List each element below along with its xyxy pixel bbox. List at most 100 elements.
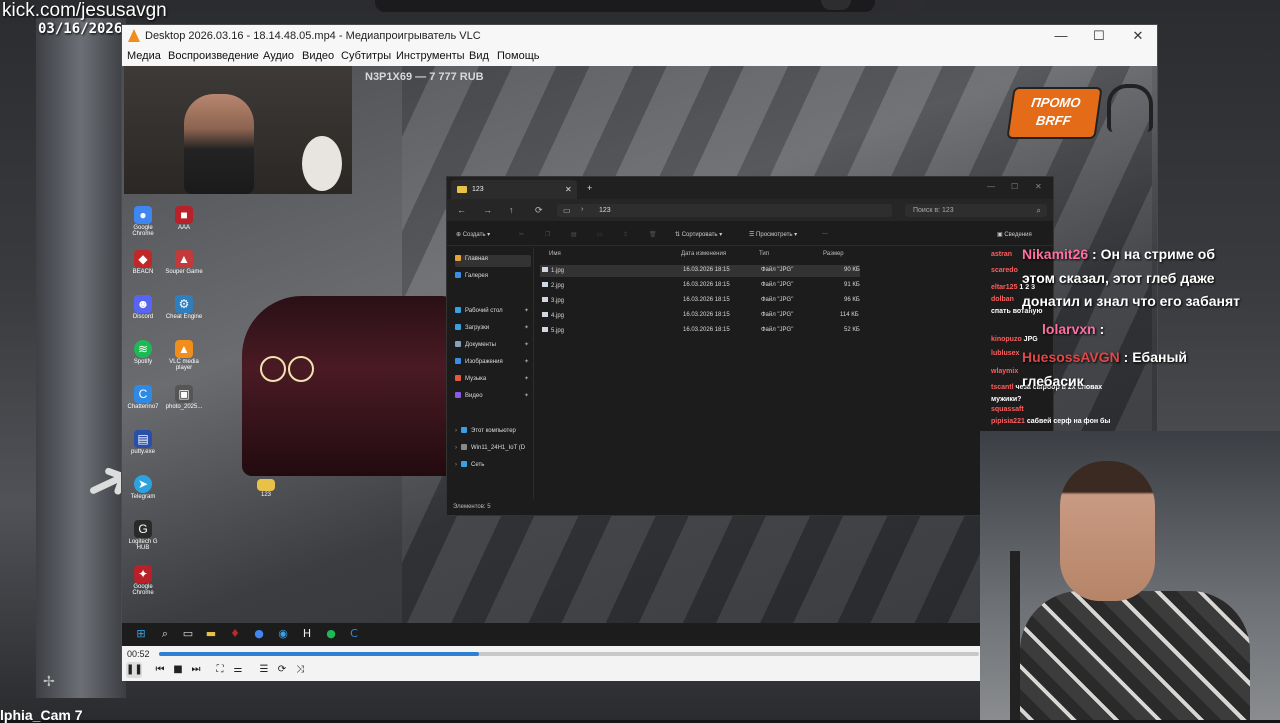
close-tab-icon[interactable]: ✕ <box>565 185 572 194</box>
seek-bar-fill <box>159 652 479 656</box>
app-icon[interactable]: ◉ <box>276 627 290 641</box>
file-row[interactable]: 5.jpg 16.03.2026 18:15 Файл "JPG" 52 КБ <box>540 325 860 337</box>
delete-icon[interactable]: 🗑 <box>649 231 657 238</box>
share-icon[interactable]: ⇪ <box>623 231 628 238</box>
desktop-icon-telegram[interactable]: ➤ Telegram <box>122 475 164 500</box>
maximize-icon[interactable]: ☐ <box>1091 28 1107 44</box>
minimize-icon[interactable]: — <box>987 182 995 191</box>
beacn-icon[interactable]: ♦ <box>228 627 242 641</box>
menu-tools[interactable]: Инструменты <box>396 50 465 62</box>
refresh-icon[interactable]: ⟳ <box>535 205 543 216</box>
close-icon[interactable]: ✕ <box>1035 182 1042 191</box>
sidebar-item-drive[interactable]: › Win11_24H1_IoT (D <box>455 444 531 456</box>
copy-icon[interactable]: ❐ <box>545 231 550 238</box>
sidebar-item-this-pc[interactable]: › Этот компьютер <box>455 427 531 439</box>
sidebar-item-pictures[interactable]: Изображения ✦ <box>455 358 531 370</box>
desktop-icon-logitech[interactable]: G Logitech G HUB <box>122 520 164 551</box>
back-icon[interactable]: ← <box>457 205 466 215</box>
column-date[interactable]: Дата изменения <box>681 251 726 257</box>
chat-message: спать вотаную <box>991 308 1042 315</box>
column-name[interactable]: Имя <box>549 251 561 257</box>
file-name: 1.jpg <box>542 267 564 274</box>
file-row[interactable]: 1.jpg 16.03.2026 18:15 Файл "JPG" 90 КБ <box>540 265 860 277</box>
paste-icon[interactable]: ▤ <box>571 231 577 238</box>
chat-nick: pipisia221 <box>991 418 1025 425</box>
column-size[interactable]: Размер <box>823 251 844 257</box>
search-icon[interactable] <box>821 0 851 10</box>
menu-video[interactable]: Видео <box>302 50 334 62</box>
pause-button[interactable]: ❚❚ <box>126 662 143 678</box>
chatterino-icon[interactable]: C <box>347 627 361 641</box>
desktop-icon-souper-game[interactable]: ▲ Souper Game <box>163 250 205 275</box>
sidebar-item-gallery[interactable]: Галерея <box>455 272 531 284</box>
search-input[interactable]: Поиск в: 123 ⌕ <box>905 204 1047 217</box>
search-icon[interactable]: ⌕ <box>158 627 172 641</box>
desktop-icon-app[interactable]: ✦ Google Chrome <box>122 565 164 596</box>
create-button[interactable]: ⊕ Создать ▾ <box>456 231 490 238</box>
menu-playback[interactable]: Воспроизведение <box>168 50 259 62</box>
explorer-tab[interactable]: 123 ✕ <box>451 180 577 199</box>
sidebar-item-downloads[interactable]: Загрузки ✦ <box>455 324 531 336</box>
sort-button[interactable]: ⇅ Сортировать ▾ <box>675 231 722 238</box>
desktop-icon-vlc[interactable]: ▲ VLC media player <box>163 340 205 371</box>
rename-icon[interactable]: ▭ <box>597 231 603 238</box>
sidebar-item-documents[interactable]: Документы ✦ <box>455 341 531 353</box>
file-row[interactable]: 3.jpg 16.03.2026 18:15 Файл "JPG" 96 КБ <box>540 295 860 307</box>
minimize-icon[interactable]: — <box>1053 28 1069 44</box>
vlc-titlebar[interactable]: Desktop 2026.03.16 - 18.14.48.05.mp4 - М… <box>122 25 1157 47</box>
file-name: 2.jpg <box>542 282 564 289</box>
file-date: 16.03.2026 18:15 <box>683 267 730 273</box>
sidebar-item-home[interactable]: Главная <box>455 255 531 267</box>
seek-bar[interactable] <box>159 652 979 656</box>
sidebar-item-desktop[interactable]: Рабочий стол ✦ <box>455 307 531 319</box>
new-tab-icon[interactable]: + <box>587 183 592 193</box>
elapsed-time: 00:52 <box>127 649 150 659</box>
menu-audio[interactable]: Аудио <box>263 50 294 62</box>
next-icon[interactable]: ⏭ <box>188 662 204 678</box>
fullscreen-icon[interactable]: ⛶ <box>212 662 228 678</box>
desktop-icon-chrome[interactable]: ● Google Chrome <box>122 206 164 237</box>
desktop-icon-discord[interactable]: ☻ Discord <box>122 295 164 320</box>
desktop-icon-folder-123[interactable]: 123 <box>245 475 287 498</box>
sidebar-item-music[interactable]: Музыка ✦ <box>455 375 531 387</box>
task-view-icon[interactable]: ▭ <box>181 627 195 641</box>
maximize-icon[interactable]: ☐ <box>1011 182 1018 191</box>
more-options-button[interactable]: ··· <box>822 231 828 237</box>
desktop-icon-chatterino[interactable]: C Chatterino7 <box>122 385 164 410</box>
sidebar-item-network[interactable]: › Сеть <box>455 461 531 473</box>
previous-icon[interactable]: ⏮ <box>152 662 168 678</box>
chrome-icon[interactable]: ● <box>252 627 266 641</box>
desktop-icon-putty[interactable]: ▤ putty.exe <box>122 430 164 455</box>
file-row[interactable]: 4.jpg 16.03.2026 18:15 Файл "JPG" 114 КБ <box>540 310 860 322</box>
close-icon[interactable]: ✕ <box>1130 28 1146 44</box>
playlist-icon[interactable]: ☰ <box>256 662 272 678</box>
spotify-icon[interactable]: ● <box>324 627 338 641</box>
up-icon[interactable]: ↑ <box>509 205 514 215</box>
windows-start-icon[interactable]: ⊞ <box>134 627 148 641</box>
stop-icon[interactable]: ■ <box>170 662 186 678</box>
desktop-icon-photo[interactable]: ▣ photo_2025... <box>163 385 205 410</box>
address-bar[interactable]: ▭ › 123 <box>557 204 892 217</box>
file-explorer-icon[interactable]: ▬ <box>204 627 218 641</box>
extended-settings-icon[interactable]: ⚌ <box>230 662 246 678</box>
documents-icon <box>455 341 461 347</box>
sidebar-item-videos[interactable]: Видео ✦ <box>455 392 531 404</box>
desktop-icon-beacn[interactable]: ◆ BEACN <box>122 250 164 275</box>
menu-subtitles[interactable]: Субтитры <box>341 50 391 62</box>
cut-icon[interactable]: ✂ <box>519 231 524 238</box>
menu-help[interactable]: Помощь <box>497 50 540 62</box>
loop-icon[interactable]: ⟳ <box>274 662 290 678</box>
file-row[interactable]: 2.jpg 16.03.2026 18:15 Файл "JPG" 91 КБ <box>540 280 860 292</box>
desktop-icon-aaa[interactable]: ■ ААА <box>163 206 205 231</box>
forward-icon[interactable]: → <box>483 205 492 215</box>
menu-view[interactable]: Вид <box>469 50 489 62</box>
menu-media[interactable]: Медиа <box>127 50 161 62</box>
column-type[interactable]: Тип <box>759 251 769 257</box>
desktop-icon-cheat-engine[interactable]: ⚙ Cheat Engine <box>163 295 205 320</box>
details-button[interactable]: ▣ Сведения <box>997 231 1032 238</box>
app-icon[interactable]: H <box>300 627 314 641</box>
shuffle-icon[interactable]: ⤨ <box>292 662 308 678</box>
image-file-icon <box>542 297 548 302</box>
view-button[interactable]: ☰ Просмотреть ▾ <box>749 231 797 238</box>
desktop-icon-spotify[interactable]: ≋ Spotify <box>122 340 164 365</box>
